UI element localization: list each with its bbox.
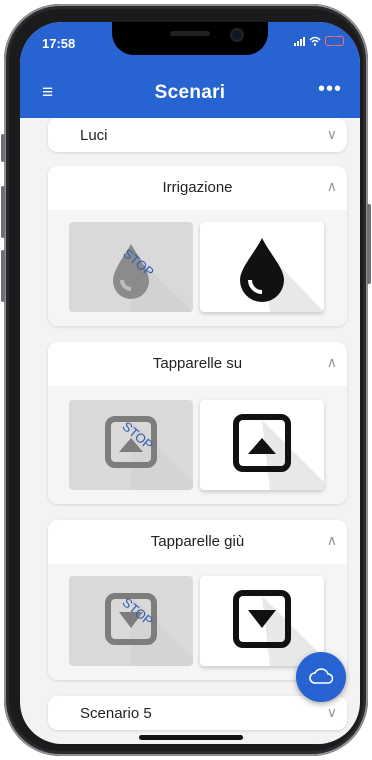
section-tapparelle-su: Tapparelle su ∧ STOP [48,342,347,504]
volume-up-button [1,186,5,238]
volume-down-button [1,250,5,302]
section-title: Luci [80,127,108,144]
wifi-icon [309,36,321,46]
speaker [170,31,210,36]
chevron-up-icon[interactable]: ∧ [327,532,337,549]
more-options-icon[interactable]: ••• [318,78,342,101]
app-bar: ≡ Scenari ••• [20,70,360,118]
chevron-down-icon[interactable]: ∨ [327,126,337,143]
irrigation-stop-button[interactable]: STOP [69,222,193,312]
front-camera [230,28,244,42]
app-screen: 17:58 ≡ Scenari ••• Luci ∨ Irrigazione ∧… [20,22,360,744]
cloud-icon [309,668,334,684]
section-title: Irrigazione [162,179,233,196]
cloud-fab-button[interactable] [296,652,346,702]
water-drop-icon [240,238,324,312]
chevron-up-icon[interactable]: ∧ [327,354,337,371]
section-title: Tapparelle giù [150,533,245,550]
section-irrigazione: Irrigazione ∧ STOP [48,166,347,326]
arrow-up-square-icon [233,414,324,490]
shutters-down-button[interactable] [200,576,324,666]
section-header[interactable]: Scenario 5 ∨ [48,696,347,730]
chevron-up-icon[interactable]: ∧ [327,178,337,195]
notch [112,22,268,55]
status-icons [294,36,344,46]
status-bar: 17:58 [20,22,360,70]
section-luci[interactable]: Luci ∨ [48,118,347,152]
arrow-down-square-icon: STOP [105,593,193,666]
section-header[interactable]: Irrigazione ∧ [48,166,347,210]
battery-icon [325,36,344,46]
side-button [1,134,5,162]
power-button [367,204,371,284]
chevron-down-icon[interactable]: ∨ [327,704,337,721]
section-body: STOP [48,210,347,326]
section-scenario-5[interactable]: Scenario 5 ∨ [48,696,347,730]
shutters-up-stop-button[interactable]: STOP [69,400,193,490]
water-drop-icon: STOP [113,244,193,312]
section-title: Tapparelle su [152,355,243,372]
shutters-up-button[interactable] [200,400,324,490]
arrow-down-square-icon [233,590,324,666]
phone-frame: 17:58 ≡ Scenari ••• Luci ∨ Irrigazione ∧… [1,4,371,756]
section-header[interactable]: Tapparelle su ∧ [48,342,347,386]
status-time: 17:58 [42,36,76,51]
section-body: STOP [48,386,347,504]
signal-icon [294,36,305,46]
home-indicator[interactable] [139,735,243,740]
arrow-up-square-icon: STOP [105,416,193,490]
irrigation-start-button[interactable] [200,222,324,312]
section-tapparelle-giu: Tapparelle giù ∧ STOP [48,520,347,680]
page-title: Scenari [154,82,226,103]
section-header[interactable]: Luci ∨ [48,118,347,152]
shutters-down-stop-button[interactable]: STOP [69,576,193,666]
section-title: Scenario 5 [80,705,152,722]
section-header[interactable]: Tapparelle giù ∧ [48,520,347,564]
